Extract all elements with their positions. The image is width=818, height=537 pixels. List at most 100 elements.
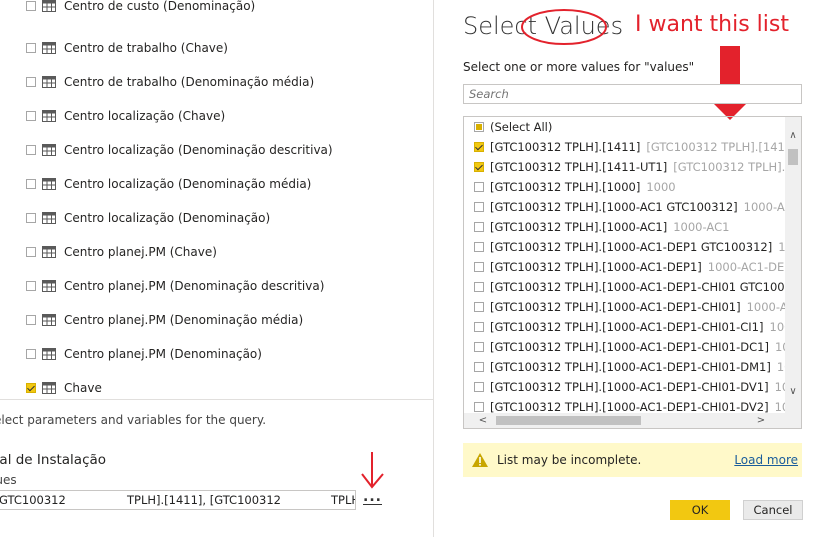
scroll-left-icon[interactable]: < bbox=[476, 413, 490, 428]
value-name: [GTC100312 TPLH].[1000-AC1] bbox=[490, 220, 668, 234]
value-list-item[interactable]: [GTC100312 TPLH].[1000-AC1-DEP1-CHI01-DV… bbox=[474, 397, 786, 413]
field-item[interactable]: Centro planej.PM (Denominação descritiva… bbox=[26, 276, 324, 296]
value-checkbox[interactable] bbox=[474, 402, 484, 412]
table-icon bbox=[42, 76, 56, 88]
more-options-button[interactable]: ... bbox=[363, 490, 382, 505]
field-item[interactable]: Centro localização (Denominação média) bbox=[26, 174, 311, 194]
parameter-values-label: lues bbox=[0, 473, 17, 487]
value-checkbox[interactable] bbox=[474, 142, 484, 152]
value-list-item[interactable]: [GTC100312 TPLH].[1000] 1000 bbox=[474, 177, 676, 197]
field-item[interactable]: Centro localização (Denominação) bbox=[26, 208, 270, 228]
table-icon bbox=[42, 314, 56, 326]
value-checkbox[interactable] bbox=[474, 222, 484, 232]
annotation-arrow-icon bbox=[361, 452, 384, 489]
annotation-big-arrow-icon bbox=[696, 46, 764, 120]
field-item[interactable]: Centro de trabalho (Chave) bbox=[26, 38, 228, 58]
field-checkbox[interactable] bbox=[26, 349, 36, 359]
scroll-thumb[interactable] bbox=[788, 149, 798, 165]
value-caption: 1000-AC1 bbox=[743, 200, 786, 214]
scroll-right-icon[interactable]: > bbox=[754, 413, 768, 428]
incomplete-warning: List may be incomplete. Load more bbox=[463, 443, 802, 477]
value-name: [GTC100312 TPLH].[1411] bbox=[490, 140, 641, 154]
value-checkbox[interactable] bbox=[474, 342, 484, 352]
table-icon bbox=[42, 110, 56, 122]
field-item[interactable]: Centro localização (Denominação descriti… bbox=[26, 140, 333, 160]
value-checkbox[interactable] bbox=[474, 282, 484, 292]
field-checkbox[interactable] bbox=[26, 213, 36, 223]
value-list-item[interactable]: [GTC100312 TPLH].[1411] [GTC100312 TPLH].… bbox=[474, 137, 786, 157]
value-list-item[interactable]: [GTC100312 TPLH].[1411-UT1] [GTC100312 TP… bbox=[474, 157, 786, 177]
field-item[interactable]: Centro de custo (Denominação) bbox=[26, 0, 255, 16]
value-list-item[interactable]: [GTC100312 TPLH].[1000-AC1-DEP1-CHI01] 10… bbox=[474, 297, 786, 317]
value-name: [GTC100312 TPLH].[1000-AC1-DEP1-CHI01-DM… bbox=[490, 360, 771, 374]
field-label: Centro planej.PM (Denominação descritiva… bbox=[64, 279, 325, 293]
field-checkbox[interactable] bbox=[26, 77, 36, 87]
value-list-item[interactable]: [GTC100312 TPLH].[1000-AC1-DEP1-CHI01-DV… bbox=[474, 377, 786, 397]
cancel-button[interactable]: Cancel bbox=[743, 500, 803, 520]
field-checkbox[interactable] bbox=[26, 281, 36, 291]
value-caption: 1000-AC1 bbox=[673, 220, 730, 234]
field-item[interactable]: Centro localização (Chave) bbox=[26, 106, 225, 126]
table-icon bbox=[42, 0, 56, 12]
field-checkbox[interactable] bbox=[26, 179, 36, 189]
scroll-up-icon[interactable]: ∧ bbox=[785, 129, 801, 143]
field-checkbox[interactable] bbox=[26, 145, 36, 155]
value-checkbox[interactable] bbox=[474, 262, 484, 272]
value-name: [GTC100312 TPLH].[1000-AC1-DEP1-CHI01] bbox=[490, 300, 741, 314]
field-label: Centro planej.PM (Denominação) bbox=[64, 347, 262, 361]
table-icon bbox=[42, 212, 56, 224]
value-list-item[interactable]: [GTC100312 TPLH].[1000-AC1-DEP1-CHI01-DC… bbox=[474, 337, 786, 357]
value-checkbox[interactable] bbox=[474, 242, 484, 252]
value-name: [GTC100312 TPLH].[1000-AC1-DEP1-CHI01-DV… bbox=[490, 380, 769, 394]
value-checkbox[interactable] bbox=[474, 382, 484, 392]
value-list-item[interactable]: [GTC100312 TPLH].[1000-AC1] 1000-AC1 bbox=[474, 217, 729, 237]
ok-button[interactable]: OK bbox=[670, 500, 730, 520]
search-input[interactable] bbox=[463, 84, 802, 104]
value-list-item[interactable]: [GTC100312 TPLH].[1000-AC1-DEP1] 1000-AC1… bbox=[474, 257, 786, 277]
value-checkbox[interactable] bbox=[474, 162, 484, 172]
scroll-thumb-horizontal[interactable] bbox=[496, 416, 641, 425]
value-list-item[interactable]: [GTC100312 TPLH].[1000-AC1-DEP1 GTC10031… bbox=[474, 237, 786, 257]
field-item[interactable]: Centro planej.PM (Denominação média) bbox=[26, 310, 303, 330]
value-list-item[interactable]: [GTC100312 TPLH].[1000-AC1-DEP1-CHI01-CI… bbox=[474, 317, 786, 337]
load-more-link[interactable]: Load more bbox=[734, 453, 798, 467]
values-list[interactable]: (Select All) [GTC100312 TPLH].[1411] [GTC1… bbox=[463, 116, 802, 429]
value-caption: 1000 bbox=[646, 180, 676, 194]
field-checkbox[interactable] bbox=[26, 315, 36, 325]
value-checkbox[interactable] bbox=[474, 202, 484, 212]
field-label: Centro planej.PM (Chave) bbox=[64, 245, 217, 259]
value-checkbox[interactable] bbox=[474, 362, 484, 372]
horizontal-scrollbar[interactable]: < > bbox=[464, 413, 801, 428]
value-name: [GTC100312 TPLH].[1000-AC1-DEP1] bbox=[490, 260, 702, 274]
warning-text: List may be incomplete. bbox=[497, 453, 642, 467]
parameter-values-input[interactable]: GTC100312 TPLH].[1411], [GTC100312 TPLH bbox=[0, 490, 356, 510]
param-value-part: TPLH].[1411], [GTC100312 bbox=[127, 493, 281, 507]
field-checkbox[interactable] bbox=[26, 111, 36, 121]
field-checkbox[interactable] bbox=[26, 43, 36, 53]
field-item[interactable]: Centro planej.PM (Denominação) bbox=[26, 344, 262, 364]
table-icon bbox=[42, 144, 56, 156]
field-label: Centro de trabalho (Chave) bbox=[64, 41, 228, 55]
value-name: [GTC100312 TPLH].[1000] bbox=[490, 180, 641, 194]
value-caption: 1000-AC1- bbox=[746, 300, 786, 314]
field-item[interactable]: Chave bbox=[26, 378, 102, 398]
value-list-item[interactable]: (Select All) bbox=[474, 117, 552, 137]
value-name: [GTC100312 TPLH].[1000-AC1-DEP1-CHI01-DC… bbox=[490, 340, 769, 354]
scroll-down-icon[interactable]: ∨ bbox=[785, 385, 801, 399]
param-value-part: TPLH bbox=[331, 493, 355, 507]
value-checkbox[interactable] bbox=[474, 322, 484, 332]
value-list-item[interactable]: [GTC100312 TPLH].[1000-AC1-DEP1-CHI01 GT… bbox=[474, 277, 786, 297]
value-checkbox[interactable] bbox=[474, 122, 484, 132]
vertical-scrollbar[interactable]: ∧ ∨ bbox=[785, 117, 801, 413]
field-label: Centro de custo (Denominação) bbox=[64, 0, 256, 13]
value-list-item[interactable]: [GTC100312 TPLH].[1000-AC1-DEP1-CHI01-DM… bbox=[474, 357, 786, 377]
value-checkbox[interactable] bbox=[474, 182, 484, 192]
value-list-item[interactable]: [GTC100312 TPLH].[1000-AC1 GTC100312] 100… bbox=[474, 197, 786, 217]
field-item[interactable]: Centro de trabalho (Denominação média) bbox=[26, 72, 314, 92]
field-checkbox[interactable] bbox=[26, 247, 36, 257]
field-label: Centro planej.PM (Denominação média) bbox=[64, 313, 304, 327]
field-checkbox[interactable] bbox=[26, 1, 36, 11]
value-checkbox[interactable] bbox=[474, 302, 484, 312]
field-checkbox[interactable] bbox=[26, 383, 36, 393]
field-item[interactable]: Centro planej.PM (Chave) bbox=[26, 242, 217, 262]
